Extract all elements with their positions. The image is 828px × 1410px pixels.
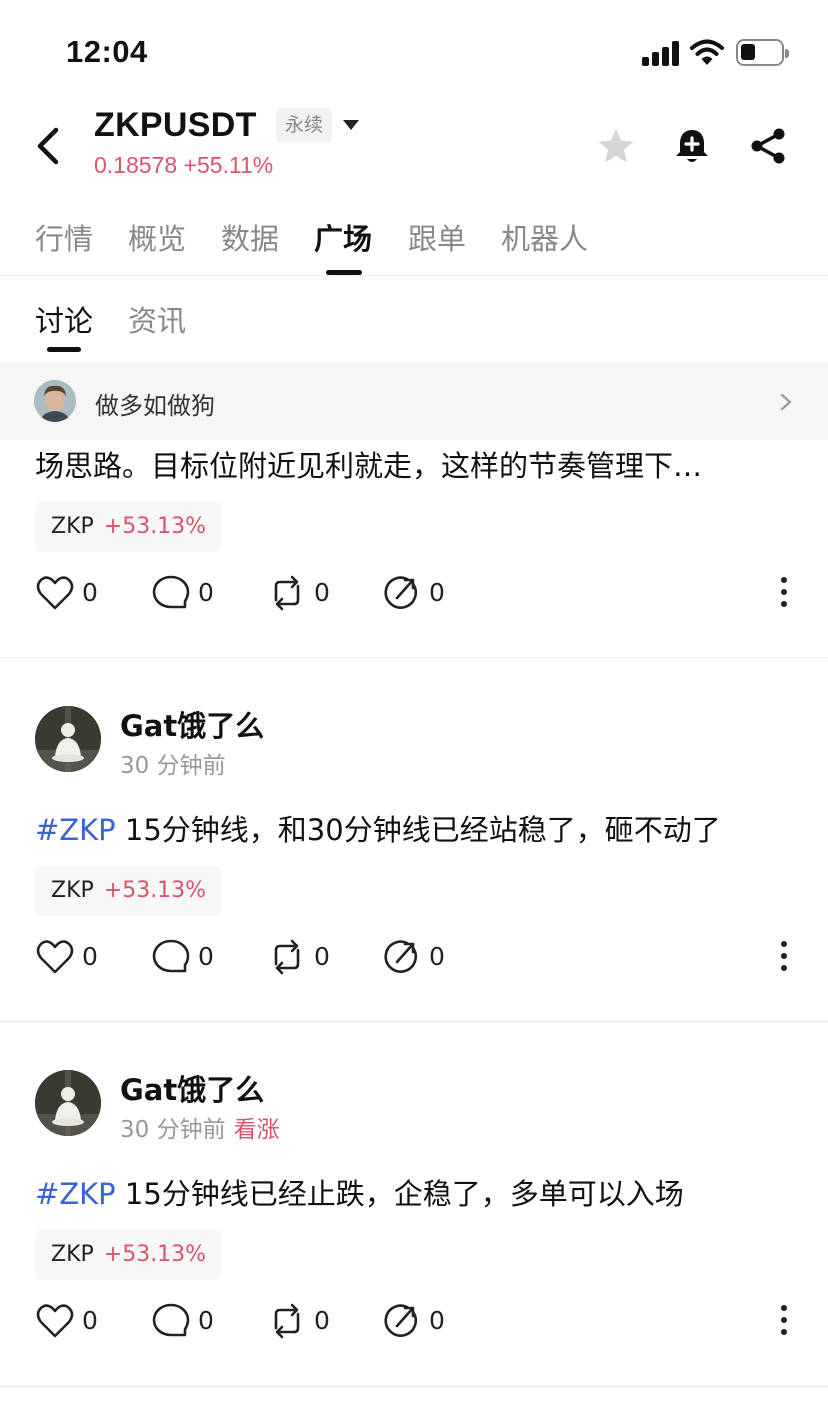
post-body[interactable]: #ZKP 15分钟线已经止跌，企稳了，多单可以入场	[35, 1171, 684, 1213]
tab-bots[interactable]: 机器人	[501, 216, 588, 258]
share-count: 0	[429, 578, 445, 607]
chip-symbol: ZKP	[51, 878, 94, 903]
comment-count: 0	[198, 942, 214, 971]
comment-icon	[152, 939, 190, 973]
chip-symbol: ZKP	[51, 1242, 94, 1267]
post-body[interactable]: 场思路。目标位附近见利就走，这样的节奏管理下…	[35, 443, 702, 485]
tab-square[interactable]: 广场	[314, 216, 372, 258]
post-divider	[0, 1021, 828, 1022]
repost-icon	[274, 575, 300, 611]
comment-icon	[152, 1303, 190, 1337]
price-change: 0.18578 +55.11%	[94, 152, 274, 178]
heart-icon	[36, 576, 74, 610]
sentiment-badge: 看涨	[233, 1117, 280, 1143]
contract-type-badge[interactable]: 永续	[276, 108, 333, 142]
subtab-discussion[interactable]: 讨论	[35, 298, 93, 340]
chevron-right-icon[interactable]	[778, 392, 794, 412]
more-options-icon[interactable]	[772, 1300, 796, 1340]
hashtag-link[interactable]: #ZKP	[35, 1177, 116, 1211]
like-count: 0	[82, 1306, 98, 1335]
coin-chip[interactable]: ZKP +53.13%	[35, 1230, 223, 1280]
chip-symbol: ZKP	[51, 514, 94, 539]
share-count: 0	[429, 1306, 445, 1335]
avatar[interactable]	[35, 706, 101, 772]
battery-icon	[736, 39, 789, 66]
repost-count: 0	[314, 1306, 330, 1335]
active-subtab-indicator	[47, 347, 81, 352]
post-text: 15分钟线已经止跌，企稳了，多单可以入场	[115, 1177, 684, 1211]
heart-icon	[36, 1304, 74, 1338]
hashtag-link[interactable]: #ZKP	[35, 813, 116, 847]
repost-icon	[274, 939, 300, 975]
subtab-news[interactable]: 资讯	[128, 298, 186, 340]
comment-icon	[152, 575, 190, 609]
author-name[interactable]: 做多如做狗	[95, 386, 215, 421]
share-arrow-icon	[384, 940, 418, 973]
post-time: 30 分钟前	[120, 746, 226, 780]
tab-market[interactable]: 行情	[35, 216, 93, 258]
active-tab-indicator	[326, 270, 362, 275]
post-author-strip[interactable]: 做多如做狗	[0, 362, 828, 440]
price-alert-bell-icon[interactable]	[672, 126, 712, 166]
post-timestamp: 30 分钟前	[120, 753, 226, 779]
share-count: 0	[429, 942, 445, 971]
post-body[interactable]: #ZKP 15分钟线，和30分钟线已经站稳了，砸不动了	[35, 807, 721, 849]
chip-change: +53.13%	[103, 878, 207, 903]
like-count: 0	[82, 942, 98, 971]
post-timestamp: 30 分钟前	[120, 1117, 226, 1143]
repost-count: 0	[314, 942, 330, 971]
post-divider	[0, 657, 828, 658]
status-bar: 12:04	[0, 0, 828, 100]
share-icon[interactable]	[748, 126, 788, 166]
share-arrow-icon	[384, 1304, 418, 1337]
avatar[interactable]	[35, 1070, 101, 1136]
caret-down-icon[interactable]	[343, 120, 359, 130]
post-actions: 0 0 0 0	[0, 1296, 828, 1346]
tab-data[interactable]: 数据	[221, 216, 279, 258]
wifi-icon	[690, 39, 724, 65]
author-name[interactable]: Gat饿了么	[120, 703, 264, 745]
tab-copy-trading[interactable]: 跟单	[408, 216, 466, 258]
avatar[interactable]	[34, 380, 76, 422]
tab-overview[interactable]: 概览	[128, 216, 186, 258]
back-arrow-icon[interactable]	[30, 124, 66, 168]
cellular-signal-icon	[642, 40, 680, 66]
chip-change: +53.13%	[103, 514, 207, 539]
repost-count: 0	[314, 578, 330, 607]
star-icon[interactable]	[596, 126, 636, 166]
post-divider	[0, 1386, 828, 1387]
more-options-icon[interactable]	[772, 936, 796, 976]
comment-count: 0	[198, 578, 214, 607]
share-arrow-icon	[384, 576, 418, 609]
author-name[interactable]: Gat饿了么	[120, 1067, 264, 1109]
coin-chip[interactable]: ZKP +53.13%	[35, 866, 223, 916]
coin-chip[interactable]: ZKP +53.13%	[35, 502, 223, 552]
pair-symbol[interactable]: ZKPUSDT	[94, 106, 257, 145]
post-actions: 0 0 0 0	[0, 932, 828, 982]
comment-count: 0	[198, 1306, 214, 1335]
post-actions: 0 0 0 0	[0, 568, 828, 618]
chip-change: +53.13%	[103, 1242, 207, 1267]
post-time: 30 分钟前 看涨	[120, 1110, 280, 1144]
like-count: 0	[82, 578, 98, 607]
repost-icon	[274, 1303, 300, 1339]
sub-tabs: 讨论 资讯	[0, 290, 828, 360]
heart-icon	[36, 940, 74, 974]
more-options-icon[interactable]	[772, 572, 796, 612]
pair-header: ZKPUSDT 永续 0.18578 +55.11%	[0, 100, 828, 196]
status-time: 12:04	[66, 34, 148, 69]
main-tabs: 行情 概览 数据 广场 跟单 机器人	[0, 208, 828, 276]
post-text: 15分钟线，和30分钟线已经站稳了，砸不动了	[115, 813, 721, 847]
